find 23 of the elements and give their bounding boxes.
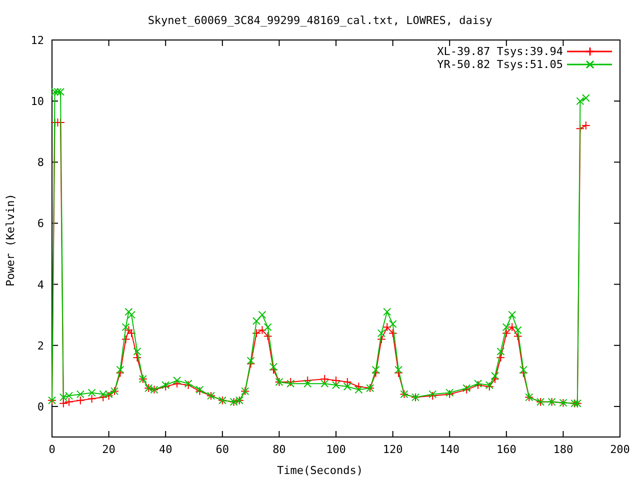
tick-label: 40: [158, 443, 172, 456]
tick-label: 0: [48, 443, 56, 456]
tick-label: 20: [102, 443, 116, 456]
tick-label: 60: [216, 443, 230, 456]
tick-label: 8: [37, 156, 44, 170]
legend-label: XL-39.87 Tsys:39.94: [437, 45, 563, 58]
tick-label: 140: [440, 443, 460, 456]
tick-label: 0: [37, 400, 44, 414]
tick-label: 120: [382, 443, 403, 456]
tick-label: 200: [610, 443, 630, 456]
tick-label: 80: [272, 443, 286, 456]
axis-label: Power (Kelvin): [4, 194, 17, 286]
tick-label: 180: [553, 443, 574, 456]
tick-label: 6: [37, 217, 44, 230]
chart-title: Skynet_60069_3C84_99299_48169_cal.txt, LOWRES, daisy: [148, 14, 492, 27]
tick-label: 2: [37, 339, 44, 352]
tick-label: 4: [37, 278, 44, 292]
axis-label: Time(Seconds): [276, 464, 364, 477]
tick-label: 10: [30, 95, 44, 108]
tick-label: 100: [326, 443, 346, 456]
tick-label: 160: [496, 443, 516, 456]
tick-label: 12: [30, 34, 44, 47]
legend-label: YR-50.82 Tsys:51.05: [437, 58, 563, 71]
